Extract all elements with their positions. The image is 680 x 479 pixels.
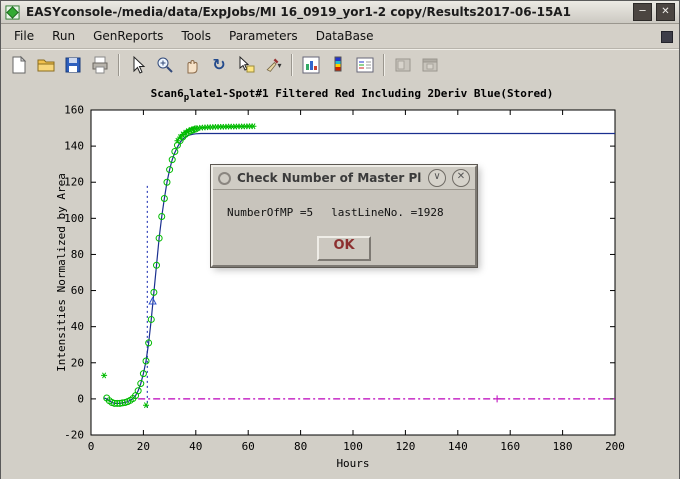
data-cursor-icon <box>236 55 256 75</box>
legend-icon <box>355 55 375 75</box>
svg-text:0: 0 <box>88 440 95 453</box>
brush-data-button[interactable]: ▾ <box>260 52 286 78</box>
menubar: File Run GenReports Tools Parameters Dat… <box>1 24 679 49</box>
close-button[interactable]: ✕ <box>656 3 675 21</box>
window-titlebar[interactable]: EASYconsole-/media/data/ExpJobs/MI 16_09… <box>1 1 679 24</box>
svg-text:120: 120 <box>395 440 415 453</box>
svg-text:20: 20 <box>71 356 84 369</box>
number-of-mp-value: NumberOfMP =5 <box>227 206 313 219</box>
chart-title: Scan6plate1-Spot#1 Filtered Red Includin… <box>151 87 554 103</box>
dialog-body: NumberOfMP =5 lastLineNo. =1928 OK <box>213 190 475 262</box>
toolbar-separator <box>383 54 385 76</box>
menu-run[interactable]: Run <box>43 26 84 46</box>
hand-icon <box>182 55 202 75</box>
svg-text:180: 180 <box>553 440 573 453</box>
last-line-no-value: lastLineNo. =1928 <box>331 206 444 219</box>
save-figure-button[interactable] <box>60 52 86 78</box>
dialog-close-button[interactable]: ✕ <box>452 169 470 187</box>
minimize-button[interactable]: ─ <box>633 3 652 21</box>
colorbar-icon <box>328 55 348 75</box>
open-file-button[interactable] <box>33 52 59 78</box>
rotate-3d-icon: ↻ <box>212 57 225 73</box>
new-figure-button[interactable] <box>6 52 32 78</box>
brush-dropdown-icon[interactable]: ▾ <box>277 61 281 70</box>
svg-text:140: 140 <box>64 140 84 153</box>
dock-figure-button[interactable] <box>417 52 443 78</box>
svg-text:40: 40 <box>189 440 202 453</box>
svg-text:100: 100 <box>343 440 363 453</box>
data-cursor-button[interactable] <box>233 52 259 78</box>
plot-tools-off-icon <box>393 55 413 75</box>
window-title: EASYconsole-/media/data/ExpJobs/MI 16_09… <box>26 5 629 19</box>
svg-text:0: 0 <box>77 392 84 405</box>
svg-text:Hours: Hours <box>336 457 369 470</box>
dialog-title: Check Number of Master Pla <box>237 171 422 185</box>
save-icon <box>63 55 83 75</box>
svg-text:140: 140 <box>448 440 468 453</box>
zoom-in-icon <box>155 55 175 75</box>
menu-database[interactable]: DataBase <box>307 26 383 46</box>
edit-plot-button[interactable] <box>125 52 151 78</box>
dialog-collapse-button[interactable]: ∨ <box>428 169 446 187</box>
menu-grip[interactable] <box>661 31 673 43</box>
insert-colorbar-button[interactable] <box>325 52 351 78</box>
dialog-message: NumberOfMP =5 lastLineNo. =1928 <box>227 206 444 219</box>
print-icon <box>90 55 110 75</box>
print-button[interactable] <box>87 52 113 78</box>
menu-genreports[interactable]: GenReports <box>84 26 172 46</box>
easyconsole-window: { "window": { "title": "EASYconsole-/med… <box>0 0 680 479</box>
zoom-in-button[interactable] <box>152 52 178 78</box>
svg-text:80: 80 <box>71 248 84 261</box>
insert-chart-button[interactable] <box>298 52 324 78</box>
menu-tools[interactable]: Tools <box>172 26 220 46</box>
dialog-icon <box>218 172 231 185</box>
svg-text:60: 60 <box>71 284 84 297</box>
insert-legend-button[interactable] <box>352 52 378 78</box>
dock-figure-icon <box>420 55 440 75</box>
menu-file[interactable]: File <box>5 26 43 46</box>
toolbar-separator <box>118 54 120 76</box>
toolbar-separator <box>291 54 293 76</box>
figure-canvas[interactable]: Scan6plate1-Spot#1 Filtered Red Includin… <box>1 80 679 479</box>
svg-text:80: 80 <box>294 440 307 453</box>
toolbar: ↻ ▾ <box>1 49 679 82</box>
app-icon <box>5 5 20 20</box>
menu-parameters[interactable]: Parameters <box>220 26 307 46</box>
svg-text:60: 60 <box>242 440 255 453</box>
rotate-3d-button[interactable]: ↻ <box>206 52 232 78</box>
plot-tools-off-button[interactable] <box>390 52 416 78</box>
new-figure-icon <box>9 55 29 75</box>
pan-button[interactable] <box>179 52 205 78</box>
svg-text:Intensities Normalized by Area: Intensities Normalized by Area <box>55 173 68 372</box>
svg-text:-20: -20 <box>64 429 84 442</box>
check-master-plates-dialog: Check Number of Master Pla ∨ ✕ NumberOfM… <box>211 165 477 267</box>
cursor-arrow-icon <box>128 55 148 75</box>
svg-text:160: 160 <box>500 440 520 453</box>
svg-text:20: 20 <box>137 440 150 453</box>
dialog-titlebar[interactable]: Check Number of Master Pla ∨ ✕ <box>213 167 475 190</box>
chart-svg[interactable]: 0 20 40 60 80 100 120 140 160 180 200 -20 0 20 40 60 80 1… <box>1 80 679 479</box>
chart-icon <box>301 55 321 75</box>
open-folder-icon <box>36 55 56 75</box>
svg-text:160: 160 <box>64 104 84 117</box>
ok-button[interactable]: OK <box>317 236 371 261</box>
svg-text:40: 40 <box>71 320 84 333</box>
svg-text:200: 200 <box>605 440 625 453</box>
